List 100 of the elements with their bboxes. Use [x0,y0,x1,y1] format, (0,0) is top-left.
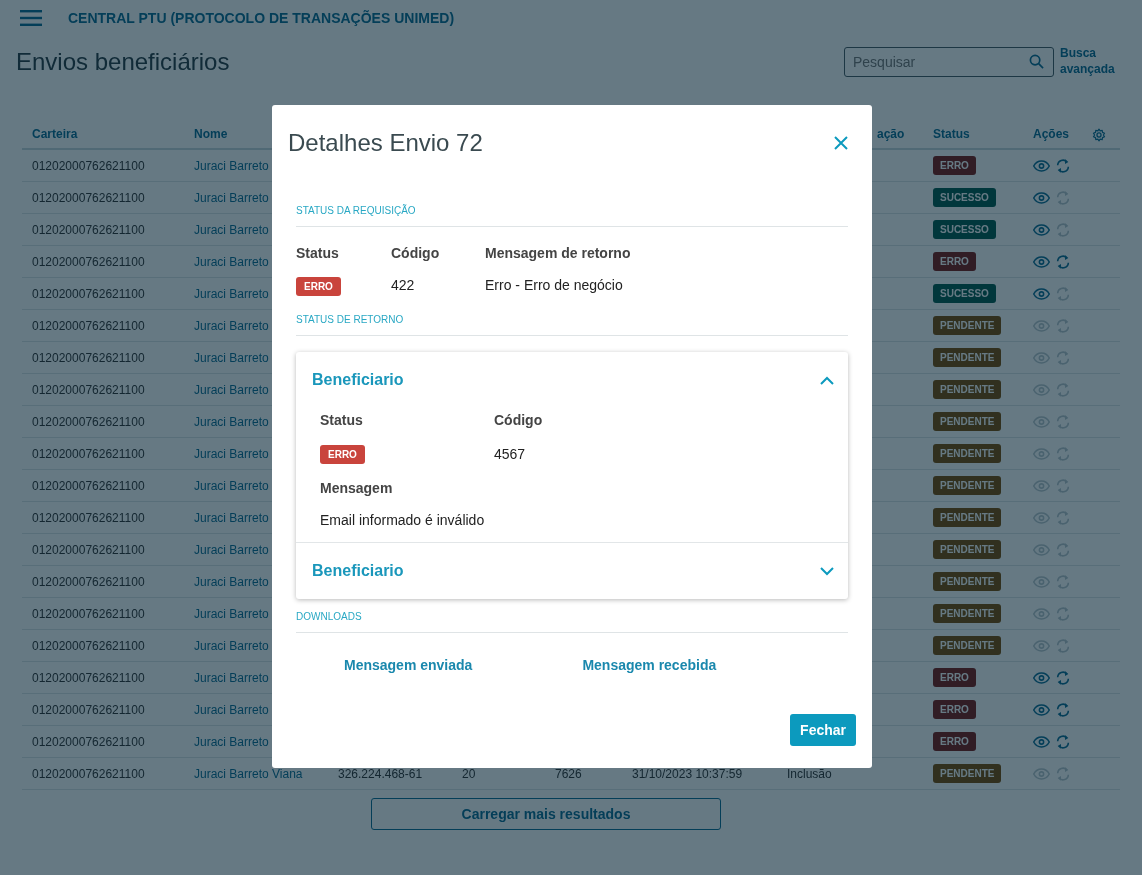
refresh-icon[interactable] [1055,733,1071,750]
field-value: 4567 [494,446,527,462]
status-badge: PENDENTE [933,476,1002,495]
field-label: Status [320,412,364,428]
name-link[interactable]: Juraci Barreto [194,446,269,461]
section-heading: STATUS DA REQUISIÇÃO [296,205,848,227]
table-cell: 01202000762621100 [32,542,145,557]
eye-icon[interactable] [1033,159,1050,172]
table-cell: Inclusão [787,766,832,781]
name-link[interactable]: Juraci Barreto [194,286,269,301]
chevron-up-icon[interactable] [820,375,834,385]
eye-icon[interactable] [1033,223,1050,236]
table-cell: 01202000762621100 [32,382,145,397]
field-value: Erro - Erro de negócio [485,277,623,293]
table-cell: 01202000762621100 [32,318,145,333]
name-link[interactable]: Juraci Barreto [194,158,269,173]
name-link[interactable]: Juraci Barreto [194,670,269,685]
status-badge: PENDENTE [933,604,1002,623]
eye-icon[interactable] [1033,255,1050,268]
name-link[interactable]: Juraci Barreto [194,574,269,589]
settings-icon[interactable] [1092,128,1106,142]
modal-title: Detalhes Envio 72 [288,129,483,157]
column-header: ação [876,127,905,141]
field-label: Status [296,245,339,261]
refresh-icon[interactable] [1055,157,1071,174]
load-more-button[interactable]: Carregar mais resultados [371,798,721,830]
field-label: Código [494,412,544,428]
download-link[interactable]: Mensagem recebida [582,657,717,673]
status-badge: ERRO [933,252,976,271]
field-label: Mensagem [320,480,394,496]
status-badge: ERRO [320,445,365,464]
table-cell: 01202000762621100 [32,478,145,493]
table-cell: 01202000762621100 [32,190,145,205]
eye-icon[interactable] [1033,191,1050,204]
accordion-title[interactable]: Beneficiario [312,371,404,389]
status-badge: PENDENTE [933,508,1002,527]
accordion-title[interactable]: Beneficiario [312,562,404,580]
field-value: 422 [391,277,415,293]
download-link[interactable]: Mensagem enviada [344,657,473,673]
table-cell: 01202000762621100 [32,766,145,781]
column-header: Carteira [32,127,78,141]
close-icon[interactable] [834,136,848,150]
name-link[interactable]: Juraci Barreto Viana [194,766,303,781]
section-heading: DOWNLOADS [296,611,848,633]
eye-icon[interactable] [1033,703,1050,716]
status-badge: SUCESSO [933,220,996,239]
name-link[interactable]: Juraci Barreto [194,318,269,333]
name-link[interactable]: Juraci Barreto [194,510,269,525]
status-badge: ERRO [933,156,976,175]
chevron-down-icon[interactable] [820,566,834,576]
status-badge: ERRO [933,732,976,751]
status-badge: PENDENTE [933,540,1002,559]
table-cell: 20 [462,766,476,781]
menu-icon[interactable] [20,10,42,26]
refresh-icon[interactable] [1055,253,1071,270]
refresh-icon[interactable] [1055,701,1071,718]
name-link[interactable]: Juraci Barreto [194,254,269,269]
name-link[interactable]: Juraci Barreto [194,414,269,429]
table-cell: 31/10/2023 10:37:59 [632,766,743,781]
table-cell: 01202000762621100 [32,670,145,685]
status-badge: PENDENTE [933,764,1002,783]
eye-icon[interactable] [1033,671,1050,684]
table-cell: 01202000762621100 [32,286,145,301]
table-cell: 01202000762621100 [32,350,145,365]
field-label: Código [391,245,440,261]
advanced-search-link[interactable]: Busca avançada [1060,46,1116,78]
column-header: Ações [1033,127,1070,141]
table-cell: 7626 [555,766,582,781]
app-title: CENTRAL PTU (PROTOCOLO DE TRANSAÇÕES UNIMED) [68,10,455,26]
eye-icon[interactable] [1033,735,1050,748]
status-badge: PENDENTE [933,444,1002,463]
table-cell: 01202000762621100 [32,254,145,269]
name-link[interactable]: Juraci Barreto [194,478,269,493]
name-link[interactable]: Juraci Barreto [194,734,269,749]
search-icon[interactable] [1029,54,1044,69]
status-badge: ERRO [933,668,976,687]
field-value: Email informado é inválido [320,512,486,528]
name-link[interactable]: Juraci Barreto [194,382,269,397]
status-badge: SUCESSO [933,284,996,303]
eye-icon[interactable] [1033,287,1050,300]
table-cell: 01202000762621100 [32,446,145,461]
name-link[interactable]: Juraci Barreto [194,606,269,621]
status-badge: SUCESSO [933,188,996,207]
refresh-icon[interactable] [1055,669,1071,686]
table-cell: 01202000762621100 [32,510,145,525]
table-cell: 326.224.468-61 [338,766,423,781]
close-button[interactable]: Fechar [790,714,856,746]
column-header: Status [933,127,970,141]
table-cell: 01202000762621100 [32,222,145,237]
name-link[interactable]: Juraci Barreto [194,702,269,717]
table-cell: 01202000762621100 [32,638,145,653]
table-cell: 01202000762621100 [32,702,145,717]
table-cell: 01202000762621100 [32,606,145,621]
status-badge: PENDENTE [933,412,1002,431]
name-link[interactable]: Juraci Barreto [194,190,269,205]
name-link[interactable]: Juraci Barreto [194,542,269,557]
name-link[interactable]: Juraci Barreto [194,350,269,365]
name-link[interactable]: Juraci Barreto [194,222,269,237]
table-cell: 01202000762621100 [32,734,145,749]
name-link[interactable]: Juraci Barreto [194,638,269,653]
